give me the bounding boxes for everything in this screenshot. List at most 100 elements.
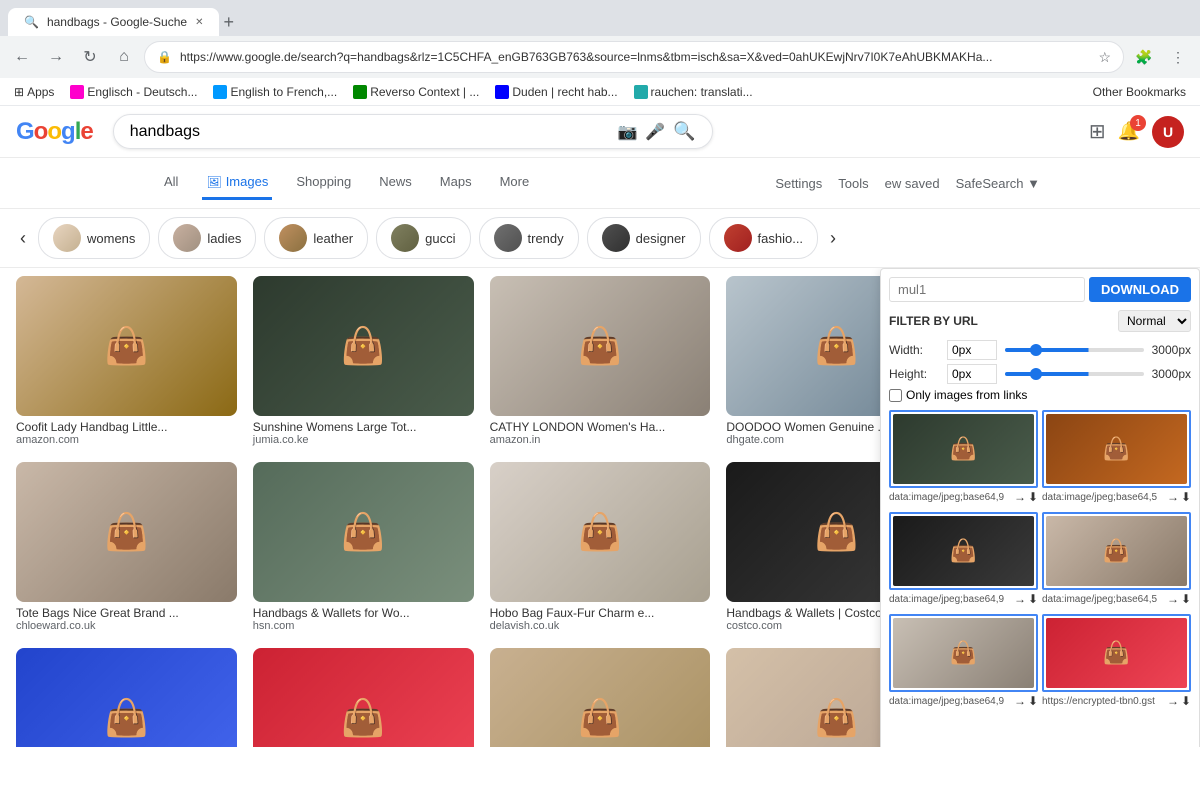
panel-url-download-5[interactable]: ⬇	[1028, 694, 1038, 708]
chip-designer[interactable]: designer	[587, 217, 701, 259]
chip-leather-circle	[279, 224, 307, 252]
google-header: Google 📷 🎤 🔍 ⊞ 🔔 1 U	[0, 106, 1200, 158]
panel-img-box-2: 👜	[1042, 410, 1191, 488]
panel-width-min-input[interactable]	[947, 340, 997, 360]
chips-prev-button[interactable]: ‹	[16, 224, 30, 253]
panel-url-download-1[interactable]: ⬇	[1028, 490, 1038, 504]
extensions-button[interactable]: 🧩	[1130, 43, 1158, 71]
panel-url-arrow-1[interactable]: →	[1014, 490, 1026, 504]
tab-close[interactable]: ✕	[195, 17, 203, 28]
image-card-3-source: amazon.in	[490, 434, 711, 446]
saved-label: ew saved	[885, 176, 940, 191]
chips-next-button[interactable]: ›	[826, 224, 840, 253]
safe-search-label[interactable]: SafeSearch ▼	[956, 176, 1040, 191]
image-card-8[interactable]: 👜 Hobo Bag Faux-Fur Charm e... delavish.…	[490, 462, 711, 632]
chip-gucci-circle	[391, 224, 419, 252]
panel-input-row: DOWNLOAD	[889, 277, 1191, 302]
tab-title: handbags - Google-Suche	[47, 15, 187, 29]
tab-all[interactable]: All	[160, 166, 182, 200]
chip-fashion[interactable]: fashio...	[709, 217, 819, 259]
chip-womens-label: womens	[87, 231, 135, 246]
panel-img-box-4: 👜	[1042, 512, 1191, 590]
image-card-13[interactable]: 👜 Handbags for sale of Ever Mar... junkm…	[490, 648, 711, 747]
bookmark-apps[interactable]: ⊞ Apps	[8, 83, 60, 101]
chip-leather-label: leather	[313, 231, 353, 246]
panel-url-download-3[interactable]: ⬇	[1028, 592, 1038, 606]
bookmark-duden[interactable]: Duden | recht hab...	[489, 83, 623, 101]
new-tab-button[interactable]: +	[223, 12, 234, 33]
panel-url-row-1: data:image/jpeg;base64,9 → ⬇	[889, 490, 1038, 504]
image-card-2-source: jumia.co.ke	[253, 434, 474, 446]
image-card-2[interactable]: 👜 Sunshine Womens Large Tot... jumia.co.…	[253, 276, 474, 446]
grid-apps-icon[interactable]: ⊞	[1089, 119, 1106, 144]
image-card-8-title: Hobo Bag Faux-Fur Charm e...	[490, 606, 711, 620]
chip-gucci[interactable]: gucci	[376, 217, 470, 259]
panel-url-arrow-2[interactable]: →	[1167, 490, 1179, 504]
panel-url-arrow-3[interactable]: →	[1014, 592, 1026, 606]
panel-url-arrow-6[interactable]: →	[1167, 694, 1179, 708]
menu-button[interactable]: ⋮	[1164, 43, 1192, 71]
notification-badge[interactable]: 🔔 1	[1118, 121, 1140, 142]
camera-search-icon[interactable]: 📷	[617, 122, 637, 142]
address-bar[interactable]: 🔒 ☆	[144, 41, 1124, 73]
voice-search-icon[interactable]: 🎤	[645, 122, 665, 142]
search-submit-icon[interactable]: 🔍	[673, 121, 695, 142]
image-card-11[interactable]: 👜 Handbags - ShopStyle shopstyle.com	[16, 648, 237, 747]
panel-filter-input[interactable]	[889, 277, 1085, 302]
bookmark-englisch[interactable]: Englisch - Deutsch...	[64, 83, 203, 101]
panel-img-box-5: 👜	[889, 614, 1038, 692]
back-button[interactable]: ←	[8, 43, 36, 71]
bookmark-english-label: English to French,...	[230, 85, 337, 99]
panel-normal-select[interactable]: Normal Large Medium Small	[1118, 310, 1191, 332]
search-bar[interactable]: 📷 🎤 🔍	[113, 114, 713, 149]
panel-download-button[interactable]: DOWNLOAD	[1089, 277, 1191, 302]
panel-url-download-4[interactable]: ⬇	[1181, 592, 1191, 606]
image-card-3[interactable]: 👜 CATHY LONDON Women's Ha... amazon.in	[490, 276, 711, 446]
refresh-button[interactable]: ↻	[76, 43, 104, 71]
chip-designer-circle	[602, 224, 630, 252]
panel-url-arrow-4[interactable]: →	[1167, 592, 1179, 606]
chip-fashion-label: fashio...	[758, 231, 804, 246]
panel-url-arrow-5[interactable]: →	[1014, 694, 1026, 708]
chip-womens[interactable]: womens	[38, 217, 150, 259]
panel-height-min-input[interactable]	[947, 364, 997, 384]
image-card-6-title: Tote Bags Nice Great Brand ...	[16, 606, 237, 620]
panel-url-download-2[interactable]: ⬇	[1181, 490, 1191, 504]
panel-url-text-1: data:image/jpeg;base64,9	[889, 492, 1012, 503]
address-input[interactable]	[180, 50, 1090, 64]
settings-link[interactable]: Settings	[775, 176, 822, 191]
image-card-12[interactable]: 👜 Brighton Designer Leather Handbags ...…	[253, 648, 474, 747]
chip-trendy[interactable]: trendy	[479, 217, 579, 259]
active-tab[interactable]: 🔍 handbags - Google-Suche ✕	[8, 8, 219, 36]
tab-news[interactable]: News	[375, 166, 416, 200]
tab-bar: 🔍 handbags - Google-Suche ✕ +	[0, 0, 1200, 36]
image-card-7[interactable]: 👜 Handbags & Wallets for Wo... hsn.com	[253, 462, 474, 632]
chip-leather[interactable]: leather	[264, 217, 368, 259]
tab-more[interactable]: More	[496, 166, 534, 200]
bookmark-other[interactable]: Other Bookmarks	[1087, 83, 1192, 101]
avatar[interactable]: U	[1152, 116, 1184, 148]
panel-url-download-6[interactable]: ⬇	[1181, 694, 1191, 708]
search-right-tabs: Settings Tools ew saved SafeSearch ▼	[775, 176, 1040, 191]
panel-width-slider[interactable]	[1005, 348, 1144, 352]
tab-maps[interactable]: Maps	[436, 166, 476, 200]
tab-images[interactable]: 🖼 Images	[202, 166, 272, 200]
bookmark-rauchen[interactable]: rauchen: translati...	[628, 83, 759, 101]
tab-shopping[interactable]: Shopping	[292, 166, 355, 200]
bookmark-reverso[interactable]: Reverso Context | ...	[347, 83, 485, 101]
forward-button[interactable]: →	[42, 43, 70, 71]
search-input[interactable]	[130, 123, 606, 141]
home-button[interactable]: ⌂	[110, 43, 138, 71]
panel-links-checkbox[interactable]	[889, 389, 902, 402]
panel-img-group-2: 👜 data:image/jpeg;base64,5 → ⬇	[1042, 410, 1191, 508]
bookmark-english-to[interactable]: English to French,...	[207, 83, 343, 101]
image-card-6[interactable]: 👜 Tote Bags Nice Great Brand ... chloewa…	[16, 462, 237, 632]
panel-height-slider[interactable]	[1005, 372, 1144, 376]
image-card-1[interactable]: 👜 Coofit Lady Handbag Little... amazon.c…	[16, 276, 237, 446]
tools-link[interactable]: Tools	[838, 176, 868, 191]
panel-filter-label: FILTER BY URL	[889, 314, 978, 328]
chip-ladies-label: ladies	[207, 231, 241, 246]
chip-ladies[interactable]: ladies	[158, 217, 256, 259]
panel-height-row: Height: 3000px	[889, 364, 1191, 384]
panel-img-box-1: 👜	[889, 410, 1038, 488]
